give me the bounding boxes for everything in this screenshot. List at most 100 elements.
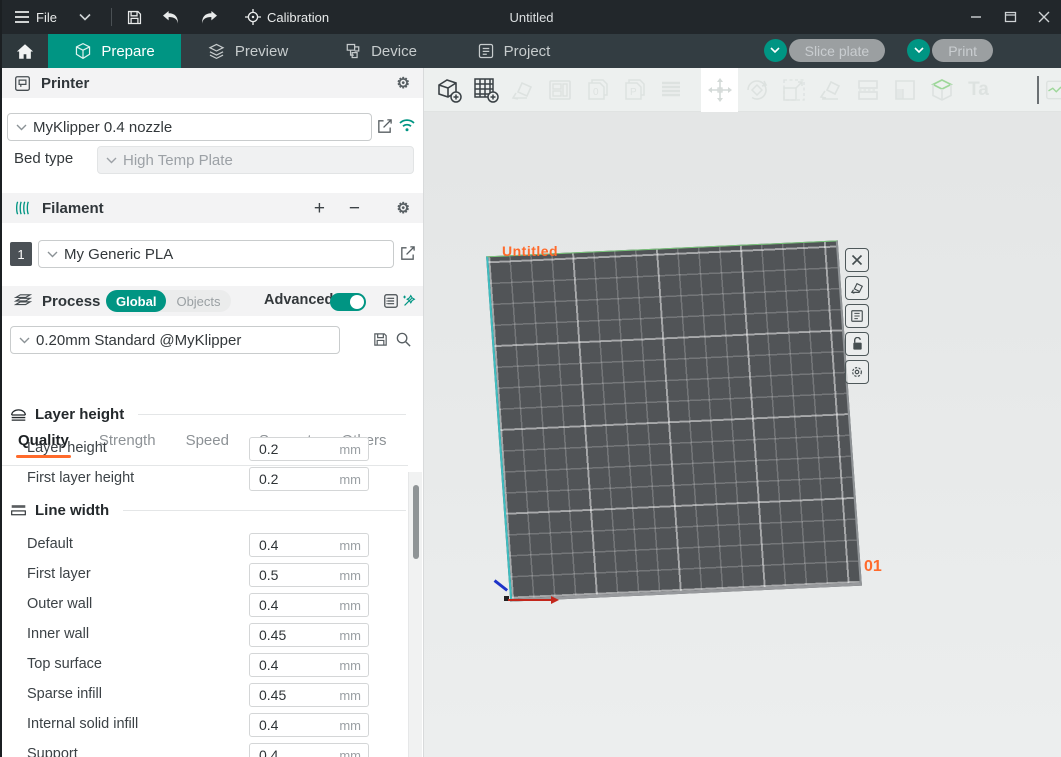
auto-orient-button[interactable]	[504, 68, 541, 112]
advanced-label: Advanced	[264, 292, 333, 308]
layer-height-icon	[10, 408, 27, 422]
sparse-infill-line-width-input[interactable]	[250, 687, 328, 703]
svg-text:P: P	[630, 87, 637, 98]
add-object-button[interactable]	[430, 68, 467, 112]
lock-plate-button[interactable]	[845, 332, 869, 356]
scope-global[interactable]: Global	[106, 290, 166, 312]
rotate-icon	[743, 76, 771, 104]
home-icon	[16, 43, 34, 60]
inner-wall-line-width-input[interactable]	[250, 627, 328, 643]
default-line-width-input[interactable]	[250, 537, 328, 553]
orient-plate-button[interactable]	[845, 276, 869, 300]
filament-slot-badge[interactable]: 1	[10, 242, 32, 266]
bed-type-select[interactable]: High Temp Plate	[97, 146, 414, 174]
slice-dropdown-button[interactable]	[764, 39, 787, 62]
remove-filament-button[interactable]: −	[349, 199, 360, 218]
scope-objects[interactable]: Objects	[166, 290, 230, 312]
parameter-list-icon[interactable]	[383, 293, 399, 309]
file-menu-expander[interactable]	[65, 0, 105, 34]
edit-printer-icon[interactable]	[376, 118, 393, 135]
printer-settings-gear-icon[interactable]: ⚙	[397, 76, 410, 91]
add-filament-button[interactable]: +	[314, 199, 325, 218]
outer-wall-line-width-input[interactable]	[250, 597, 328, 613]
search-preset-icon[interactable]	[395, 331, 412, 348]
layers-stack-button[interactable]	[652, 68, 689, 112]
slicer-window: File Calibration Untitled	[0, 0, 1061, 757]
print-dropdown-button[interactable]	[907, 39, 930, 62]
layer-height-group-title: Layer height	[35, 406, 124, 423]
build-plate[interactable]	[486, 240, 862, 601]
move-tool-button[interactable]	[701, 68, 738, 112]
filament-settings-gear-icon[interactable]: ⚙	[397, 201, 410, 216]
variable-layer-height-button[interactable]	[1045, 68, 1061, 112]
save-preset-icon[interactable]	[372, 331, 389, 348]
undo-button[interactable]	[151, 0, 190, 34]
scrollbar-thumb[interactable]	[413, 485, 419, 559]
close-button[interactable]	[1027, 0, 1061, 34]
tab-project-label: Project	[504, 43, 551, 60]
printer-section-header: Printer ⚙	[2, 68, 424, 98]
wifi-connection-icon[interactable]	[398, 118, 416, 132]
chevron-down-icon	[914, 47, 924, 54]
fill-color-button[interactable]	[886, 68, 923, 112]
import-objects-button[interactable]: 0	[578, 68, 615, 112]
tab-project[interactable]: Project	[447, 34, 580, 68]
setting-label: First layer height	[27, 470, 134, 486]
add-object-icon	[435, 76, 463, 104]
first-layer-line-width-input[interactable]	[250, 567, 328, 583]
text-tool-button[interactable]: Ta	[960, 68, 997, 112]
layer-height-group-header: Layer height	[10, 406, 406, 423]
line-width-icon	[10, 504, 27, 517]
tab-preview[interactable]: Preview	[181, 34, 314, 68]
printer-preset-select[interactable]: MyKlipper 0.4 nozzle	[7, 113, 372, 141]
minimize-button[interactable]	[959, 0, 993, 34]
edit-filament-icon[interactable]	[399, 245, 416, 262]
redo-button[interactable]	[190, 0, 229, 34]
place-on-face-button[interactable]	[812, 68, 849, 112]
print-button[interactable]: Print	[932, 39, 993, 62]
add-plate-button[interactable]	[467, 68, 504, 112]
tab-prepare[interactable]: Prepare	[48, 34, 181, 68]
first-layer-height-input[interactable]	[250, 471, 328, 487]
cut-tool-button[interactable]	[849, 68, 886, 112]
arrange-button[interactable]	[541, 68, 578, 112]
maximize-button[interactable]	[993, 0, 1027, 34]
process-preset-select[interactable]: 0.20mm Standard @MyKlipper	[10, 326, 340, 354]
setting-unit: mm	[339, 538, 368, 553]
add-plate-icon	[472, 76, 500, 104]
plate-name-label[interactable]: Untitled	[502, 243, 558, 259]
viewport-3d[interactable]: 0 P	[424, 68, 1061, 757]
magic-wand-icon[interactable]	[401, 293, 417, 309]
scale-tool-button[interactable]	[775, 68, 812, 112]
build-canvas[interactable]: Untitled 01	[424, 112, 1061, 757]
delete-plate-button[interactable]	[845, 248, 869, 272]
tabs-divider	[2, 465, 408, 466]
save-button[interactable]	[118, 0, 151, 34]
home-button[interactable]	[2, 34, 48, 68]
tab-device[interactable]: Device	[314, 34, 447, 68]
plate-settings-button[interactable]	[845, 360, 869, 384]
layers-stack-icon	[657, 76, 685, 104]
plate-arrange-button[interactable]	[845, 304, 869, 328]
support-line-width-input[interactable]	[250, 747, 328, 757]
layer-height-input[interactable]	[250, 441, 328, 457]
sidebar-scrollbar[interactable]	[408, 472, 422, 757]
top-surface-line-width-input[interactable]	[250, 657, 328, 673]
setting-input-box: mm	[249, 437, 369, 461]
advanced-toggle[interactable]	[330, 293, 366, 311]
slice-plate-button[interactable]: Slice plate	[789, 39, 886, 62]
printer-section-title: Printer	[41, 75, 89, 92]
setting-row: Outer wall mm	[2, 593, 408, 617]
text-tool-glyph: Ta	[968, 79, 989, 101]
setting-label: Top surface	[27, 656, 102, 672]
rotate-tool-button[interactable]	[738, 68, 775, 112]
calibration-button[interactable]: Calibration	[229, 0, 337, 34]
filament-preset-select[interactable]: My Generic PLA	[38, 240, 394, 268]
import-plates-button[interactable]: P	[615, 68, 652, 112]
settings-sidebar: Printer ⚙ MyKlipper 0.4 nozzle Bed type …	[2, 68, 424, 757]
internal-solid-infill-line-width-input[interactable]	[250, 717, 328, 733]
plate-arrange-icon	[850, 309, 864, 323]
paint-cube-button[interactable]	[923, 68, 960, 112]
print-action: Print	[907, 39, 993, 62]
file-menu[interactable]: File	[2, 0, 65, 34]
